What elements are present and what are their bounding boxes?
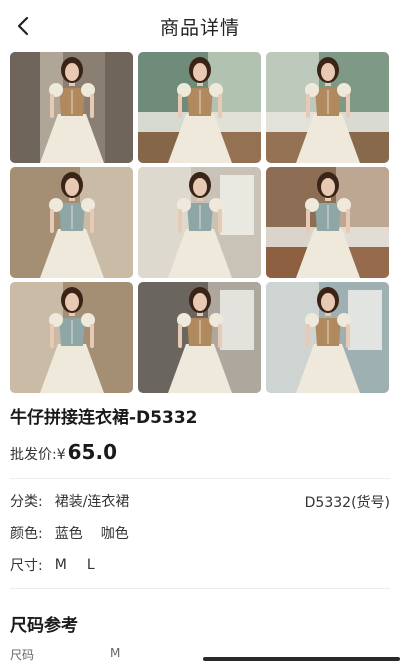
photo-thumbnail: [138, 282, 261, 393]
photo-thumbnail: [266, 52, 389, 163]
divider: [10, 478, 390, 479]
gallery-image[interactable]: [266, 282, 389, 393]
photo-thumbnail: [10, 282, 133, 393]
price-currency-symbol: ¥: [56, 447, 66, 463]
gallery-image[interactable]: [138, 52, 261, 163]
photo-thumbnail: [266, 167, 389, 278]
size-option-l: L: [86, 557, 95, 573]
category-label: 分类:: [10, 494, 43, 510]
color-option-blue: 蓝色: [54, 526, 83, 542]
photo-thumbnail: [10, 52, 133, 163]
gallery-image[interactable]: [138, 167, 261, 278]
size-option-m: M: [54, 557, 67, 573]
gallery-image[interactable]: [10, 167, 133, 278]
photo-thumbnail: [266, 282, 389, 393]
size-reference-title: 尺码参考: [10, 616, 78, 636]
price-row: 批发价: ¥ 65.0: [10, 440, 117, 464]
back-button[interactable]: [10, 12, 38, 40]
size-table-header-col2: M: [110, 646, 121, 660]
color-option-brown: 咖色: [100, 526, 129, 542]
product-image-gallery: [10, 52, 390, 393]
size-row: 尺寸: M L: [10, 554, 390, 576]
home-indicator: [203, 657, 400, 661]
color-label: 颜色:: [10, 526, 43, 542]
photo-thumbnail: [138, 52, 261, 163]
price-value: 65.0: [67, 440, 117, 464]
category-row: 分类: 裙装/连衣裙 D5332(货号): [10, 490, 390, 512]
top-navigation-bar: 商品详情: [0, 0, 400, 52]
gallery-image[interactable]: [138, 282, 261, 393]
gallery-image[interactable]: [266, 52, 389, 163]
color-row: 颜色: 蓝色 咖色: [10, 522, 390, 544]
product-title: 牛仔拼接连衣裙-D5332: [10, 408, 198, 428]
price-label: 批发价:: [10, 447, 57, 463]
photo-thumbnail: [138, 167, 261, 278]
size-label: 尺寸:: [10, 558, 43, 574]
gallery-image[interactable]: [10, 52, 133, 163]
divider: [10, 588, 390, 589]
gallery-image[interactable]: [10, 282, 133, 393]
chevron-left-icon: [17, 16, 29, 36]
photo-thumbnail: [10, 167, 133, 278]
sku-code: D5332(货号): [304, 495, 390, 511]
category-value: 裙装/连衣裙: [54, 494, 130, 510]
page-title: 商品详情: [159, 16, 240, 39]
gallery-image[interactable]: [266, 167, 389, 278]
size-table-header-col1: 尺码: [10, 648, 35, 661]
